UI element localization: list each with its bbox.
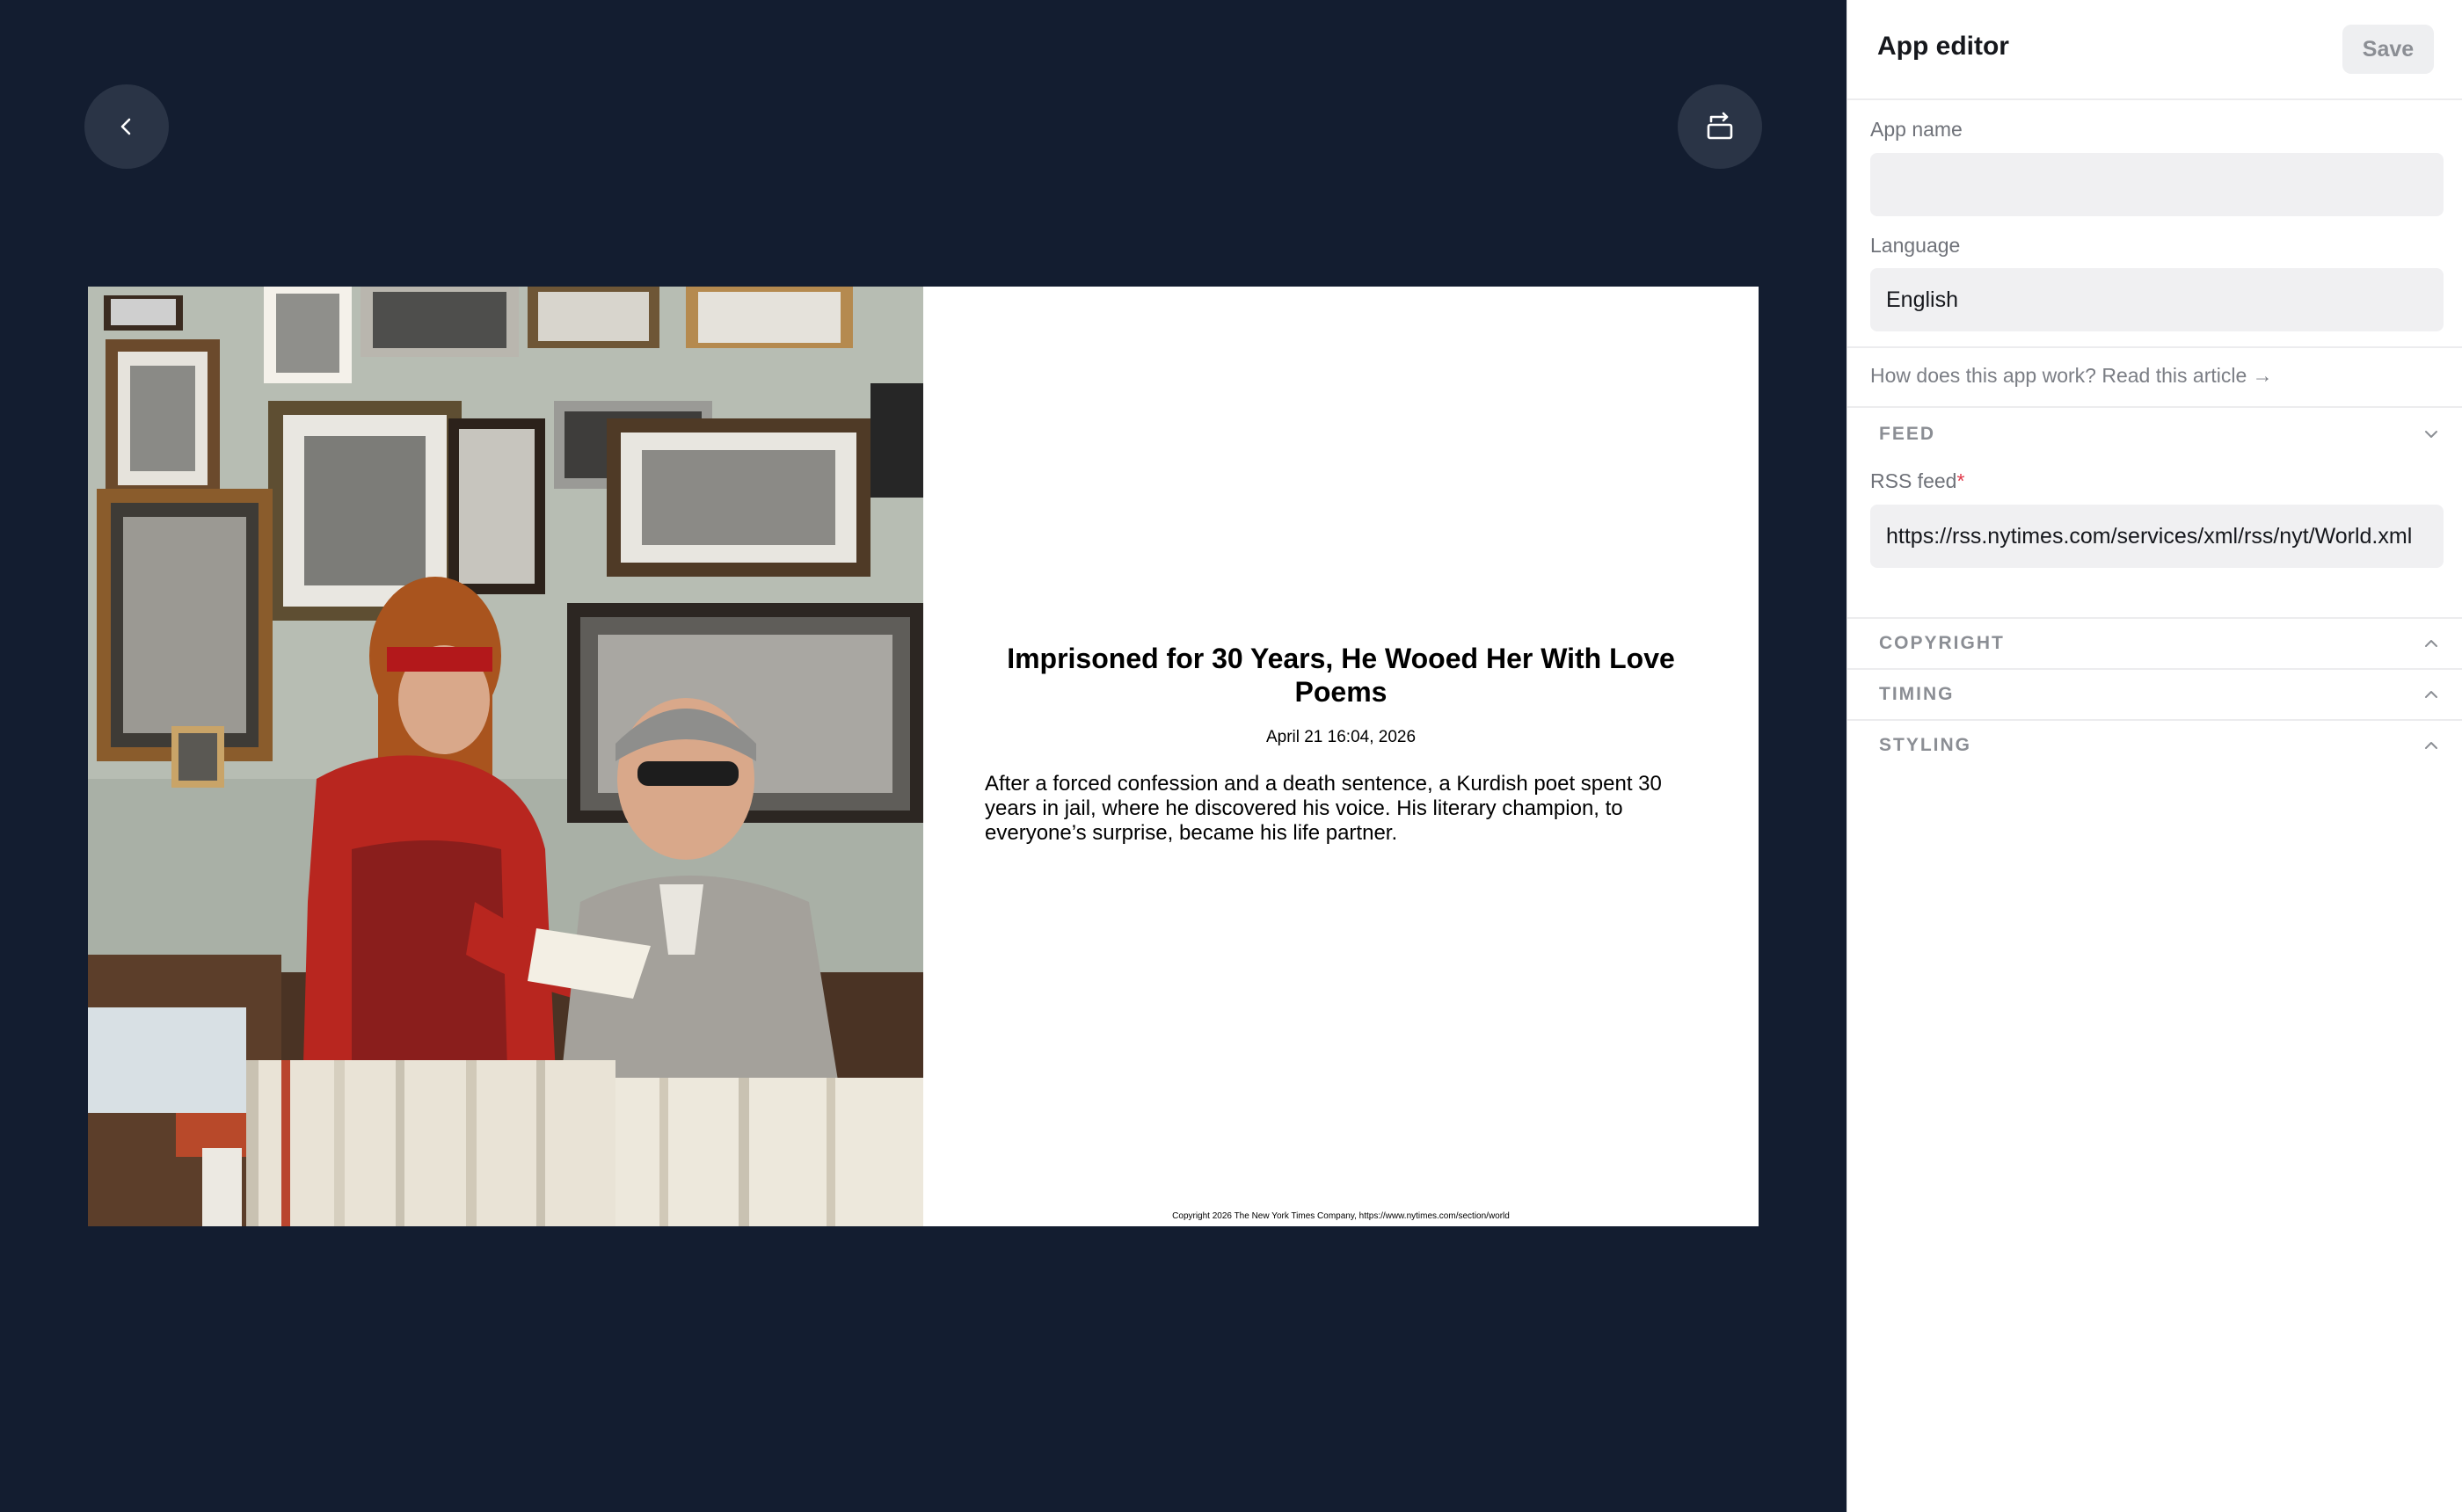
rotate-screen-icon	[1707, 112, 1733, 140]
chevron-down-icon	[2425, 431, 2437, 438]
section-timing-label: TIMING	[1879, 684, 1955, 704]
rss-feed-label: RSS feed*	[1870, 469, 1964, 493]
chevron-left-icon	[120, 118, 131, 135]
back-button[interactable]	[84, 84, 169, 169]
article-text-panel: Imprisoned for 30 Years, He Wooed Her Wi…	[923, 287, 1759, 1226]
section-feed-label: FEED	[1879, 424, 1936, 444]
app-name-label: App name	[1870, 118, 1963, 141]
section-styling-header[interactable]: STYLING	[1847, 721, 2462, 770]
rotate-screen-button[interactable]	[1678, 84, 1762, 169]
rss-feed-input[interactable]: https://rss.nytimes.com/services/xml/rss…	[1870, 505, 2444, 568]
panel-header: App editor Save	[1847, 0, 2462, 100]
article-headline: Imprisoned for 30 Years, He Wooed Her Wi…	[1007, 643, 1675, 708]
panel-title: App editor	[1877, 32, 2009, 61]
section-copyright-header[interactable]: COPYRIGHT	[1847, 619, 2462, 668]
language-label: Language	[1870, 234, 1961, 257]
article-date: April 21 16:04, 2026	[1265, 728, 1417, 746]
required-marker: *	[1956, 469, 1965, 492]
article-slide: Imprisoned for 30 Years, He Wooed Her Wi…	[88, 287, 1759, 1226]
section-styling-label: STYLING	[1879, 735, 1972, 755]
rss-feed-label-text: RSS feed	[1870, 469, 1957, 492]
section-timing-header[interactable]: TIMING	[1847, 670, 2462, 719]
chevron-up-icon	[2425, 691, 2437, 698]
article-photo	[88, 287, 923, 1226]
article-copyright: Copyright 2026 The New York Times Compan…	[1172, 1211, 1510, 1221]
article-summary: After a forced confession and a death se…	[985, 772, 1662, 845]
chevron-up-icon	[2425, 742, 2437, 749]
preview-stage: Imprisoned for 30 Years, He Wooed Her Wi…	[0, 0, 1846, 1512]
chevron-up-icon	[2425, 640, 2437, 647]
app-name-input[interactable]	[1870, 153, 2444, 216]
save-button[interactable]: Save	[2342, 25, 2434, 74]
divider	[1847, 346, 2462, 348]
language-select[interactable]: English	[1870, 268, 2444, 331]
section-feed-header[interactable]: FEED	[1847, 410, 2462, 459]
section-copyright-label: COPYRIGHT	[1879, 633, 2005, 653]
divider	[1847, 406, 2462, 408]
help-article-link[interactable]: How does this app work? Read this articl…	[1870, 364, 2273, 388]
app-editor-panel: App editor Save App name Language Englis…	[1846, 0, 2462, 1512]
